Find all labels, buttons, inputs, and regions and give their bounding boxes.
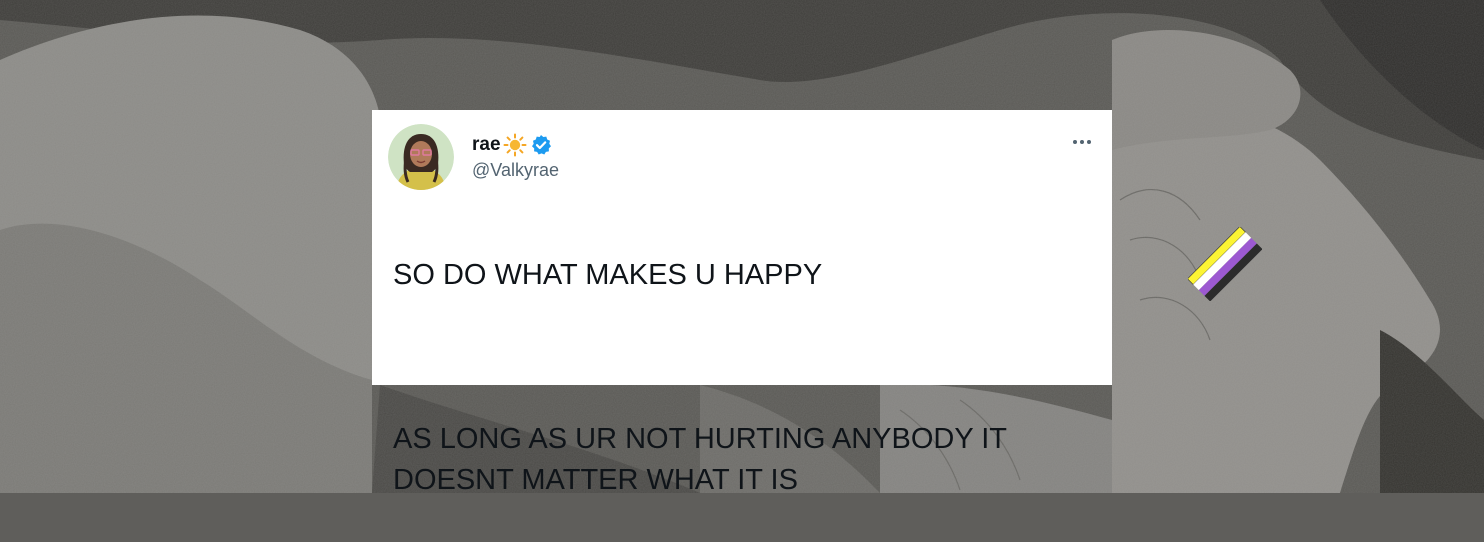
avatar[interactable] [388, 124, 454, 190]
tweet-line-2: AS LONG AS UR NOT HURTING ANYBODY IT DOE… [393, 423, 1007, 496]
verified-badge-icon [530, 134, 552, 156]
author-name-row: rae [472, 132, 559, 158]
display-name[interactable]: rae [472, 134, 501, 156]
user-handle[interactable]: @Valkyrae [472, 160, 559, 181]
tweet-card[interactable]: rae @Valkyrae SO DO WHAT MAKES U HAPPY A… [372, 110, 1112, 496]
more-options-button[interactable] [1070, 132, 1094, 152]
nonbinary-flag-sticker [1188, 227, 1262, 301]
sun-icon [503, 133, 527, 157]
tweet-line-1: SO DO WHAT MAKES U HAPPY [393, 259, 823, 291]
tweet-author: rae @Valkyrae [472, 132, 559, 181]
more-options-icon [1073, 140, 1091, 144]
